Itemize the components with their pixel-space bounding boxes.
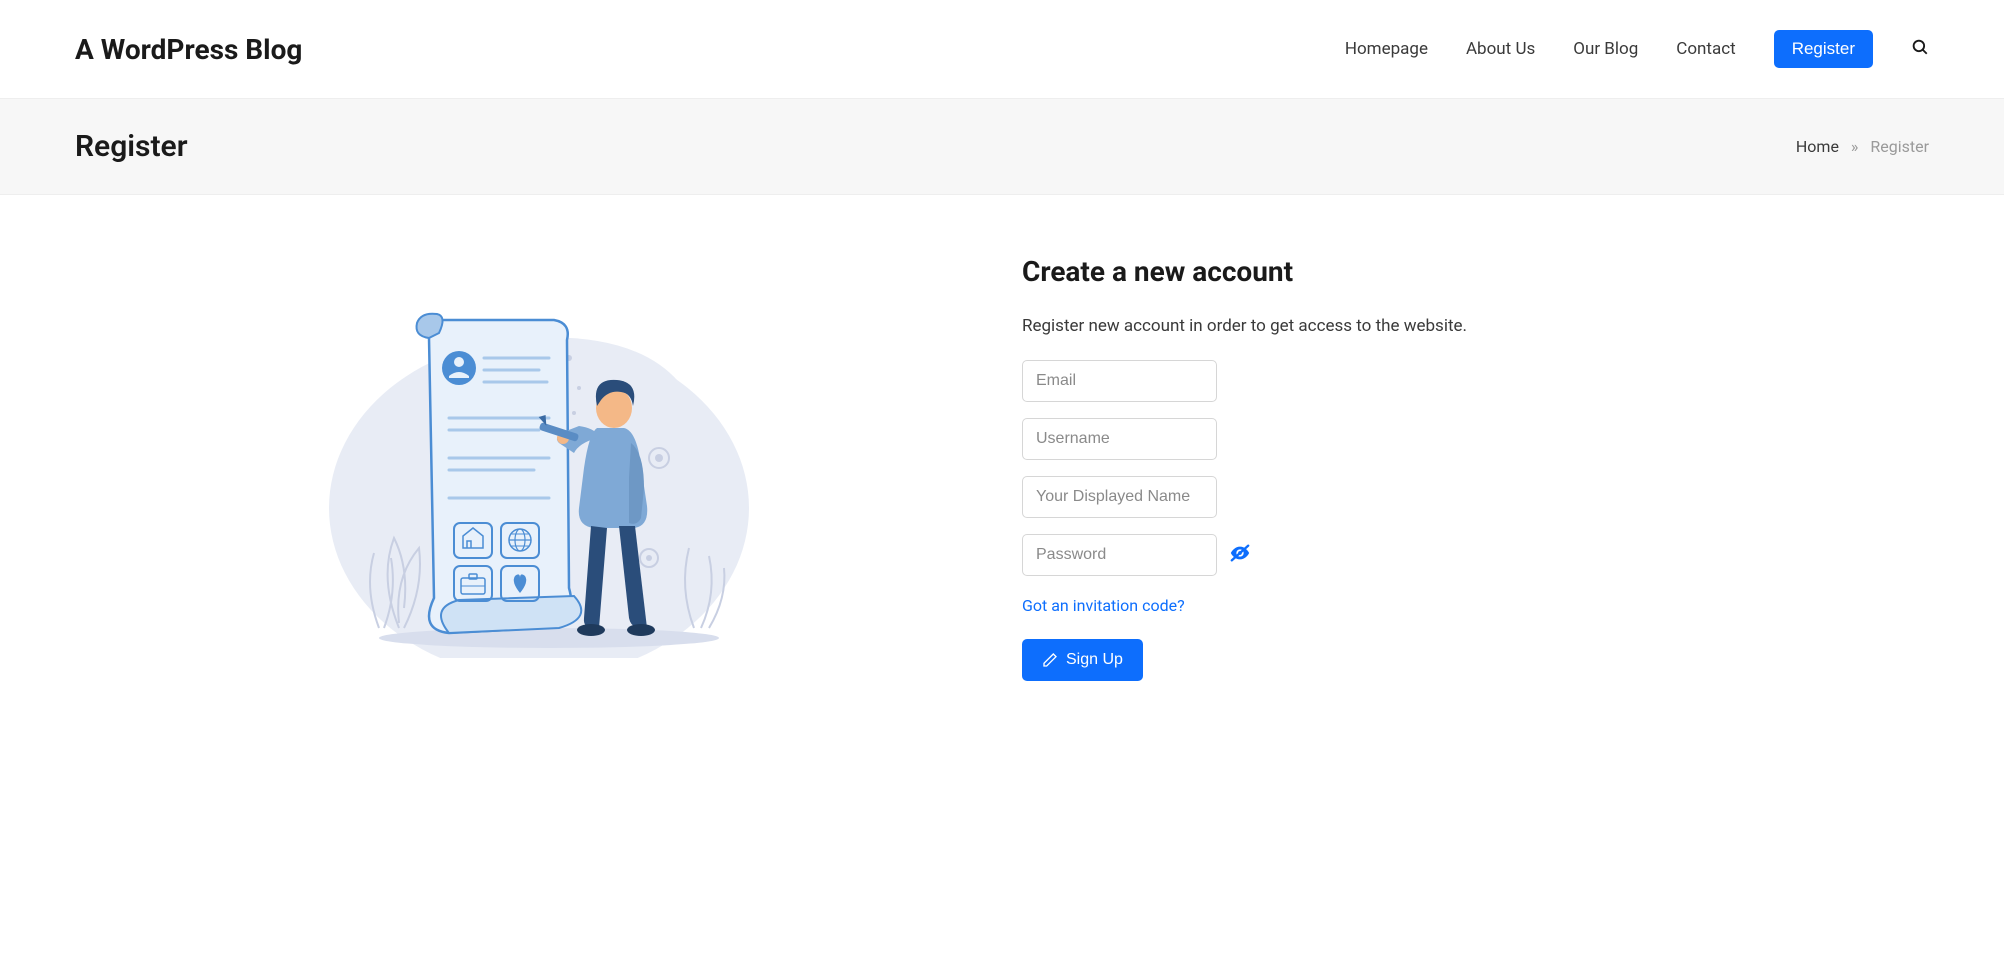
- main-nav: Homepage About Us Our Blog Contact Regis…: [1345, 30, 1929, 68]
- pencil-icon: [1042, 652, 1058, 668]
- password-field[interactable]: [1022, 534, 1217, 576]
- breadcrumb-home[interactable]: Home: [1796, 137, 1839, 156]
- header: A WordPress Blog Homepage About Us Our B…: [0, 0, 2004, 98]
- signup-button[interactable]: Sign Up: [1022, 639, 1143, 681]
- eye-slash-icon[interactable]: [1229, 542, 1251, 568]
- signup-button-label: Sign Up: [1066, 651, 1123, 669]
- form-description: Register new account in order to get acc…: [1022, 316, 1929, 336]
- registration-illustration: [75, 255, 982, 681]
- email-field[interactable]: [1022, 360, 1217, 402]
- nav-register-button[interactable]: Register: [1774, 30, 1873, 68]
- invitation-code-link[interactable]: Got an invitation code?: [1022, 596, 1929, 615]
- breadcrumb-current: Register: [1870, 137, 1929, 156]
- username-field[interactable]: [1022, 418, 1217, 460]
- site-title[interactable]: A WordPress Blog: [75, 33, 302, 66]
- displayname-field[interactable]: [1022, 476, 1217, 518]
- nav-about-us[interactable]: About Us: [1466, 39, 1535, 59]
- breadcrumb-separator: »: [1851, 137, 1859, 156]
- nav-our-blog[interactable]: Our Blog: [1573, 39, 1638, 59]
- page-title: Register: [75, 129, 188, 164]
- register-form: Create a new account Register new accoun…: [1022, 255, 1929, 681]
- search-icon[interactable]: [1911, 38, 1929, 60]
- form-heading: Create a new account: [1022, 255, 1929, 288]
- nav-homepage[interactable]: Homepage: [1345, 39, 1428, 59]
- title-bar: Register Home » Register: [0, 98, 2004, 195]
- nav-contact[interactable]: Contact: [1676, 39, 1735, 59]
- main-content: Create a new account Register new accoun…: [0, 195, 2004, 741]
- breadcrumb: Home » Register: [1796, 137, 1929, 156]
